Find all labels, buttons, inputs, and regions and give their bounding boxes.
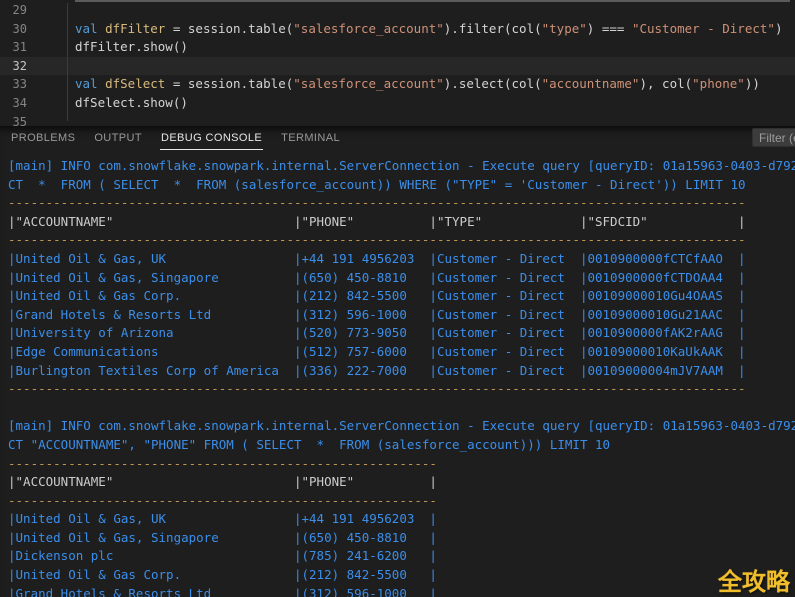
line-number[interactable]: 35 — [0, 113, 27, 126]
tab-problems[interactable]: PROBLEMS — [10, 126, 76, 150]
code-line[interactable]: 34dfSelect.show() — [0, 94, 795, 113]
console-line-info: CT "ACCOUNTNAME", "PHONE" FROM ( SELECT … — [8, 436, 795, 455]
console-line-row: |Edge Communications |(512) 757-6000 |Cu… — [8, 343, 795, 362]
panel-tab-bar: PROBLEMS OUTPUT DEBUG CONSOLE TERMINAL — [0, 126, 795, 150]
console-line-header: |"ACCOUNTNAME" |"PHONE" | — [8, 473, 795, 492]
line-number[interactable]: 34 — [0, 94, 27, 113]
console-filter-input[interactable] — [752, 128, 795, 147]
console-line-row: |University of Arizona |(520) 773-9050 |… — [8, 324, 795, 343]
console-line-row: |United Oil & Gas, Singapore |(650) 450-… — [8, 269, 795, 288]
console-line-row: |United Oil & Gas, Singapore |(650) 450-… — [8, 529, 795, 548]
vscode-window: 2930val dfFilter = session.table("salesf… — [0, 0, 795, 597]
tab-output[interactable]: OUTPUT — [93, 126, 143, 150]
console-line-row: |United Oil & Gas, UK |+44 191 4956203 | — [8, 510, 795, 529]
line-number[interactable]: 32 — [0, 57, 27, 76]
console-line-info: [main] INFO com.snowflake.snowpark.inter… — [8, 417, 795, 436]
code-text: val dfSelect = session.table("salesforce… — [27, 75, 760, 94]
code-text: dfSelect.show() — [27, 94, 188, 113]
console-line-dash: ----------------------------------------… — [8, 455, 795, 474]
indent-guide — [67, 3, 68, 121]
tab-terminal[interactable]: TERMINAL — [280, 126, 341, 150]
console-line-row: |Dickenson plc |(785) 241-6200 | — [8, 547, 795, 566]
console-line-dash: ----------------------------------------… — [8, 194, 795, 213]
code-text: val dfFilter = session.table("salesforce… — [27, 20, 782, 39]
console-line-info: CT * FROM ( SELECT * FROM (salesforce_ac… — [8, 176, 795, 195]
console-line-row: |United Oil & Gas, UK |+44 191 4956203 |… — [8, 250, 795, 269]
debug-console-output[interactable]: [main] INFO com.snowflake.snowpark.inter… — [0, 150, 795, 597]
line-number[interactable]: 33 — [0, 75, 27, 94]
code-line[interactable]: 33val dfSelect = session.table("salesfor… — [0, 75, 795, 94]
console-line-row: |United Oil & Gas Corp. |(212) 842-5500 … — [8, 566, 795, 585]
console-line-row: |Burlington Textiles Corp of America |(3… — [8, 362, 795, 381]
console-line-row: |United Oil & Gas Corp. |(212) 842-5500 … — [8, 287, 795, 306]
console-line-dash: ----------------------------------------… — [8, 380, 795, 399]
console-line-info: [main] INFO com.snowflake.snowpark.inter… — [8, 157, 795, 176]
console-line-dash: ----------------------------------------… — [8, 231, 795, 250]
code-text: dfFilter.show() — [27, 38, 188, 57]
tab-debug-console[interactable]: DEBUG CONSOLE — [160, 126, 263, 150]
panel-tabs: PROBLEMS OUTPUT DEBUG CONSOLE TERMINAL — [10, 126, 358, 150]
console-line-dash: ----------------------------------------… — [8, 492, 795, 511]
code-line[interactable]: 35 — [0, 113, 795, 126]
console-line-row: |Grand Hotels & Resorts Ltd |(312) 596-1… — [8, 585, 795, 597]
line-number[interactable]: 30 — [0, 20, 27, 39]
code-line[interactable]: 29 — [0, 1, 795, 20]
console-line-row: |Grand Hotels & Resorts Ltd |(312) 596-1… — [8, 306, 795, 325]
code-editor[interactable]: 2930val dfFilter = session.table("salesf… — [0, 0, 795, 126]
watermark: 全攻略 — [718, 562, 790, 597]
line-number[interactable]: 29 — [0, 1, 27, 20]
code-line[interactable]: 31dfFilter.show() — [0, 38, 795, 57]
code-line[interactable]: 30val dfFilter = session.table("salesfor… — [0, 20, 795, 39]
clipped-code-line — [75, 0, 790, 2]
console-line-blank — [8, 399, 795, 418]
editor-lines: 2930val dfFilter = session.table("salesf… — [0, 1, 795, 126]
console-line-header: |"ACCOUNTNAME" |"PHONE" |"TYPE" |"SFDCID… — [8, 213, 795, 232]
line-number[interactable]: 31 — [0, 38, 27, 57]
code-line[interactable]: 32 — [0, 57, 795, 76]
bottom-panel: PROBLEMS OUTPUT DEBUG CONSOLE TERMINAL [mai… — [0, 126, 795, 597]
